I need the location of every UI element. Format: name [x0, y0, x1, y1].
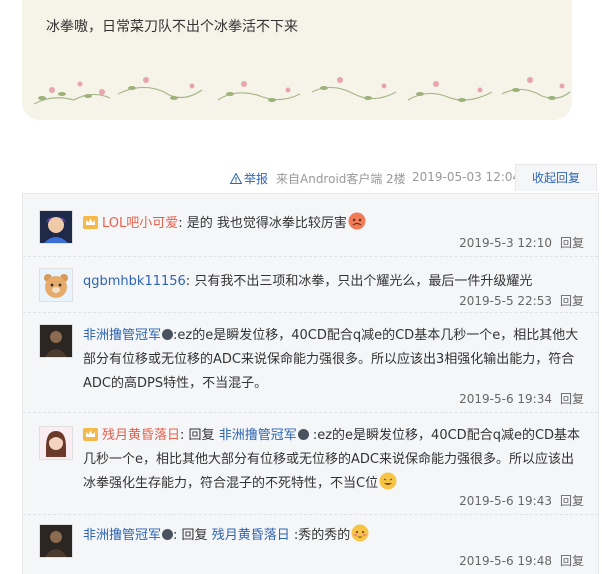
girl-avatar[interactable]	[39, 426, 73, 460]
separator: :	[178, 216, 183, 231]
comment-text: 是的 我也觉得冰拳比较厉害	[186, 216, 347, 231]
vip-crown-icon	[83, 428, 98, 441]
comment-time: 2019-5-6 19:34	[459, 392, 552, 406]
reply-to-username[interactable]: 非洲撸管冠军	[219, 428, 297, 443]
comment-meta: 2019-5-5 22:53 回复	[459, 292, 584, 309]
comment-text: :秀的秀的	[293, 528, 351, 543]
anime-character-avatar[interactable]	[39, 210, 73, 244]
floor-number: 2楼	[386, 172, 406, 186]
comment-item: 残月黄昏落日: 回复 非洲撸管冠军 :ez的e是瞬发位移，40CD配合q减e的C…	[23, 412, 598, 515]
comment-body: 非洲撸管冠军:ez的e是瞬发位移，40CD配合q减e的CD基本几秒一个e，相比其…	[83, 324, 583, 396]
comment-time: 2019-5-5 22:53	[459, 294, 552, 308]
comment-body: LOL吧小可爱: 是的 我也觉得冰拳比较厉害	[83, 212, 583, 236]
verified-dot-icon	[162, 529, 174, 540]
reply-to-username[interactable]: 残月黄昏落日	[212, 528, 290, 543]
comment-username[interactable]: 非洲撸管冠军	[83, 528, 161, 543]
comment-item: qgbmhbk11156: 只有我不出三项和冰拳，只出个耀光么，最后一件升级耀光…	[23, 256, 598, 313]
reply-link[interactable]: 回复	[560, 236, 584, 250]
flower-branch-decoration	[33, 77, 571, 105]
reply-link[interactable]: 回复	[560, 294, 584, 308]
verified-dot-icon	[297, 429, 309, 440]
comment-time: 2019-5-3 12:10	[459, 236, 552, 250]
separator: :	[185, 274, 191, 289]
vip-crown-icon	[83, 216, 98, 229]
shy-face-emoji	[351, 524, 369, 542]
angry-face-emoji	[348, 212, 366, 230]
comment-time: 2019-5-6 19:43	[459, 494, 552, 508]
post-time: 2019-05-03 12:04	[412, 170, 521, 184]
reply-link[interactable]: 回复	[560, 494, 584, 508]
collapse-replies-button[interactable]: 收起回复	[515, 164, 597, 191]
comment-body: qgbmhbk11156: 只有我不出三项和冰拳，只出个耀光么，最后一件升级耀光	[83, 270, 583, 294]
post-content-card: 冰拳嗷，日常菜刀队不出个冰拳活不下来	[22, 0, 572, 120]
post-text: 冰拳嗷，日常菜刀队不出个冰拳活不下来	[46, 19, 298, 35]
comment-item: LOL吧小可爱: 是的 我也觉得冰拳比较厉害 2019-5-3 12:10 回复	[23, 194, 598, 257]
comment-meta: 2019-5-6 19:43 回复	[459, 492, 584, 509]
comment-meta: 2019-5-6 19:48 回复	[459, 552, 584, 569]
comment-list: LOL吧小可爱: 是的 我也觉得冰拳比较厉害 2019-5-3 12:10 回复 …	[22, 193, 599, 574]
comment-meta: 2019-5-3 12:10 回复	[459, 234, 584, 251]
comment-username[interactable]: LOL吧小可爱	[102, 216, 178, 231]
grin-face-emoji	[379, 472, 397, 490]
comment-body: 残月黄昏落日: 回复 非洲撸管冠军 :ez的e是瞬发位移，40CD配合q减e的C…	[83, 424, 583, 496]
dark-character-avatar[interactable]	[39, 324, 73, 358]
comment-body: 非洲撸管冠军: 回复 残月黄昏落日 :秀的秀的	[83, 524, 583, 548]
reply-prefix: 回复	[188, 428, 215, 443]
separator: :	[173, 528, 178, 543]
comment-item: 非洲撸管冠军: 回复 残月黄昏落日 :秀的秀的 2019-5-6 19:48 回复	[23, 514, 598, 574]
warning-icon	[230, 173, 242, 184]
comment-username[interactable]: 残月黄昏落日	[102, 428, 180, 443]
comment-meta: 2019-5-6 19:34 回复	[459, 390, 584, 407]
comment-time: 2019-5-6 19:48	[459, 554, 552, 568]
dark-character-avatar[interactable]	[39, 524, 73, 558]
reply-link[interactable]: 回复	[560, 554, 584, 568]
comment-text: 只有我不出三项和冰拳，只出个耀光么，最后一件升级耀光	[194, 274, 533, 289]
comment-username[interactable]: 非洲撸管冠军	[83, 328, 161, 343]
reply-link[interactable]: 回复	[560, 392, 584, 406]
separator: :	[180, 428, 185, 443]
comment-item: 非洲撸管冠军:ez的e是瞬发位移，40CD配合q减e的CD基本几秒一个e，相比其…	[23, 312, 598, 413]
post-source: 来自Android客户端	[276, 172, 383, 186]
report-label: 举报	[244, 172, 269, 186]
comment-username[interactable]: qgbmhbk11156	[83, 274, 186, 289]
report-link[interactable]: 举报	[230, 170, 268, 187]
post-meta-bar: 举报 来自Android客户端 2楼 2019-05-03 12:04 收起回复	[0, 164, 602, 191]
reply-prefix: 回复	[181, 528, 208, 543]
bear-avatar[interactable]	[39, 268, 73, 302]
verified-dot-icon	[162, 329, 174, 340]
